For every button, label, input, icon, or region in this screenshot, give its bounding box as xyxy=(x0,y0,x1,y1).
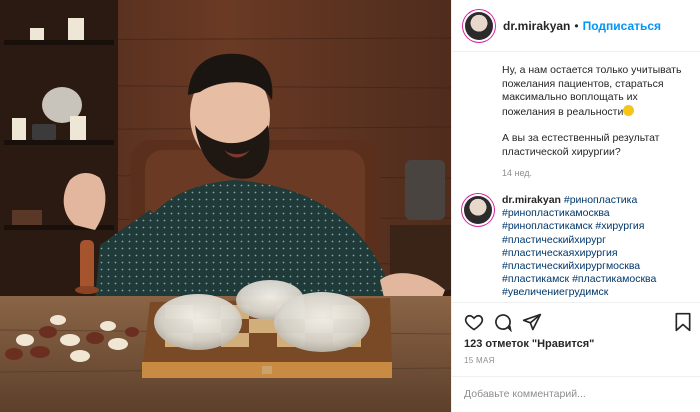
hashtag-link[interactable]: #ринопластика xyxy=(564,194,637,206)
comment-item: dr.mirakyan #ринопластика #ринопластикам… xyxy=(464,194,694,300)
comment-body: dr.mirakyan #ринопластика #ринопластикам… xyxy=(502,194,682,300)
comment-avatar[interactable] xyxy=(464,196,492,224)
comments-area[interactable]: Ну, а нам остается только учитывать поже… xyxy=(452,52,700,300)
hashtag-link[interactable]: #пластическаяхирургия xyxy=(502,247,618,259)
post-photo-illustration xyxy=(0,0,451,412)
hashtag-link[interactable]: #увеличениегрудимск xyxy=(502,286,608,298)
comment-icon[interactable] xyxy=(493,312,513,337)
hashtag-link[interactable]: #ринопластикамосква xyxy=(502,207,610,219)
caption: Ну, а нам остается только учитывать поже… xyxy=(502,64,692,159)
caption-text-2: А вы за естественный результат пластичес… xyxy=(502,132,660,158)
hashtag-link[interactable]: #пластикамосква xyxy=(572,273,656,285)
hashtag-link[interactable]: #ринопластикамск xyxy=(502,220,593,232)
header-separator: • xyxy=(574,18,579,33)
hashtag-link[interactable]: #пластическийхирургмосква xyxy=(502,260,640,272)
bookmark-icon[interactable] xyxy=(674,312,692,337)
header-username[interactable]: dr.mirakyan xyxy=(503,19,570,33)
follow-button[interactable]: Подписаться xyxy=(583,19,661,33)
caption-timestamp: 14 нед. xyxy=(502,168,533,178)
hashtag-link[interactable]: #хирургия xyxy=(595,220,644,232)
add-comment-bar xyxy=(452,376,700,412)
hashtag-link[interactable]: #пластикамск xyxy=(502,273,569,285)
post-date: 15 МАЯ xyxy=(464,356,495,365)
action-bar xyxy=(452,302,700,339)
post-header: dr.mirakyan • Подписаться xyxy=(452,0,700,52)
avatar[interactable] xyxy=(465,11,493,40)
heart-icon[interactable] xyxy=(464,312,484,337)
hashtag-link[interactable]: #пластическийхирург xyxy=(502,234,606,246)
comment-username[interactable]: dr.mirakyan xyxy=(502,194,561,206)
smiling-face-emoji-icon xyxy=(623,104,635,116)
post-photo[interactable] xyxy=(0,0,451,412)
share-icon[interactable] xyxy=(522,312,542,337)
add-comment-input[interactable] xyxy=(464,377,689,411)
caption-text-1: Ну, а нам остается только учитывать поже… xyxy=(502,64,682,118)
likes-count[interactable]: 123 отметок "Нравится" xyxy=(464,338,594,350)
post-side-panel: dr.mirakyan • Подписаться Ну, а нам оста… xyxy=(451,0,700,412)
